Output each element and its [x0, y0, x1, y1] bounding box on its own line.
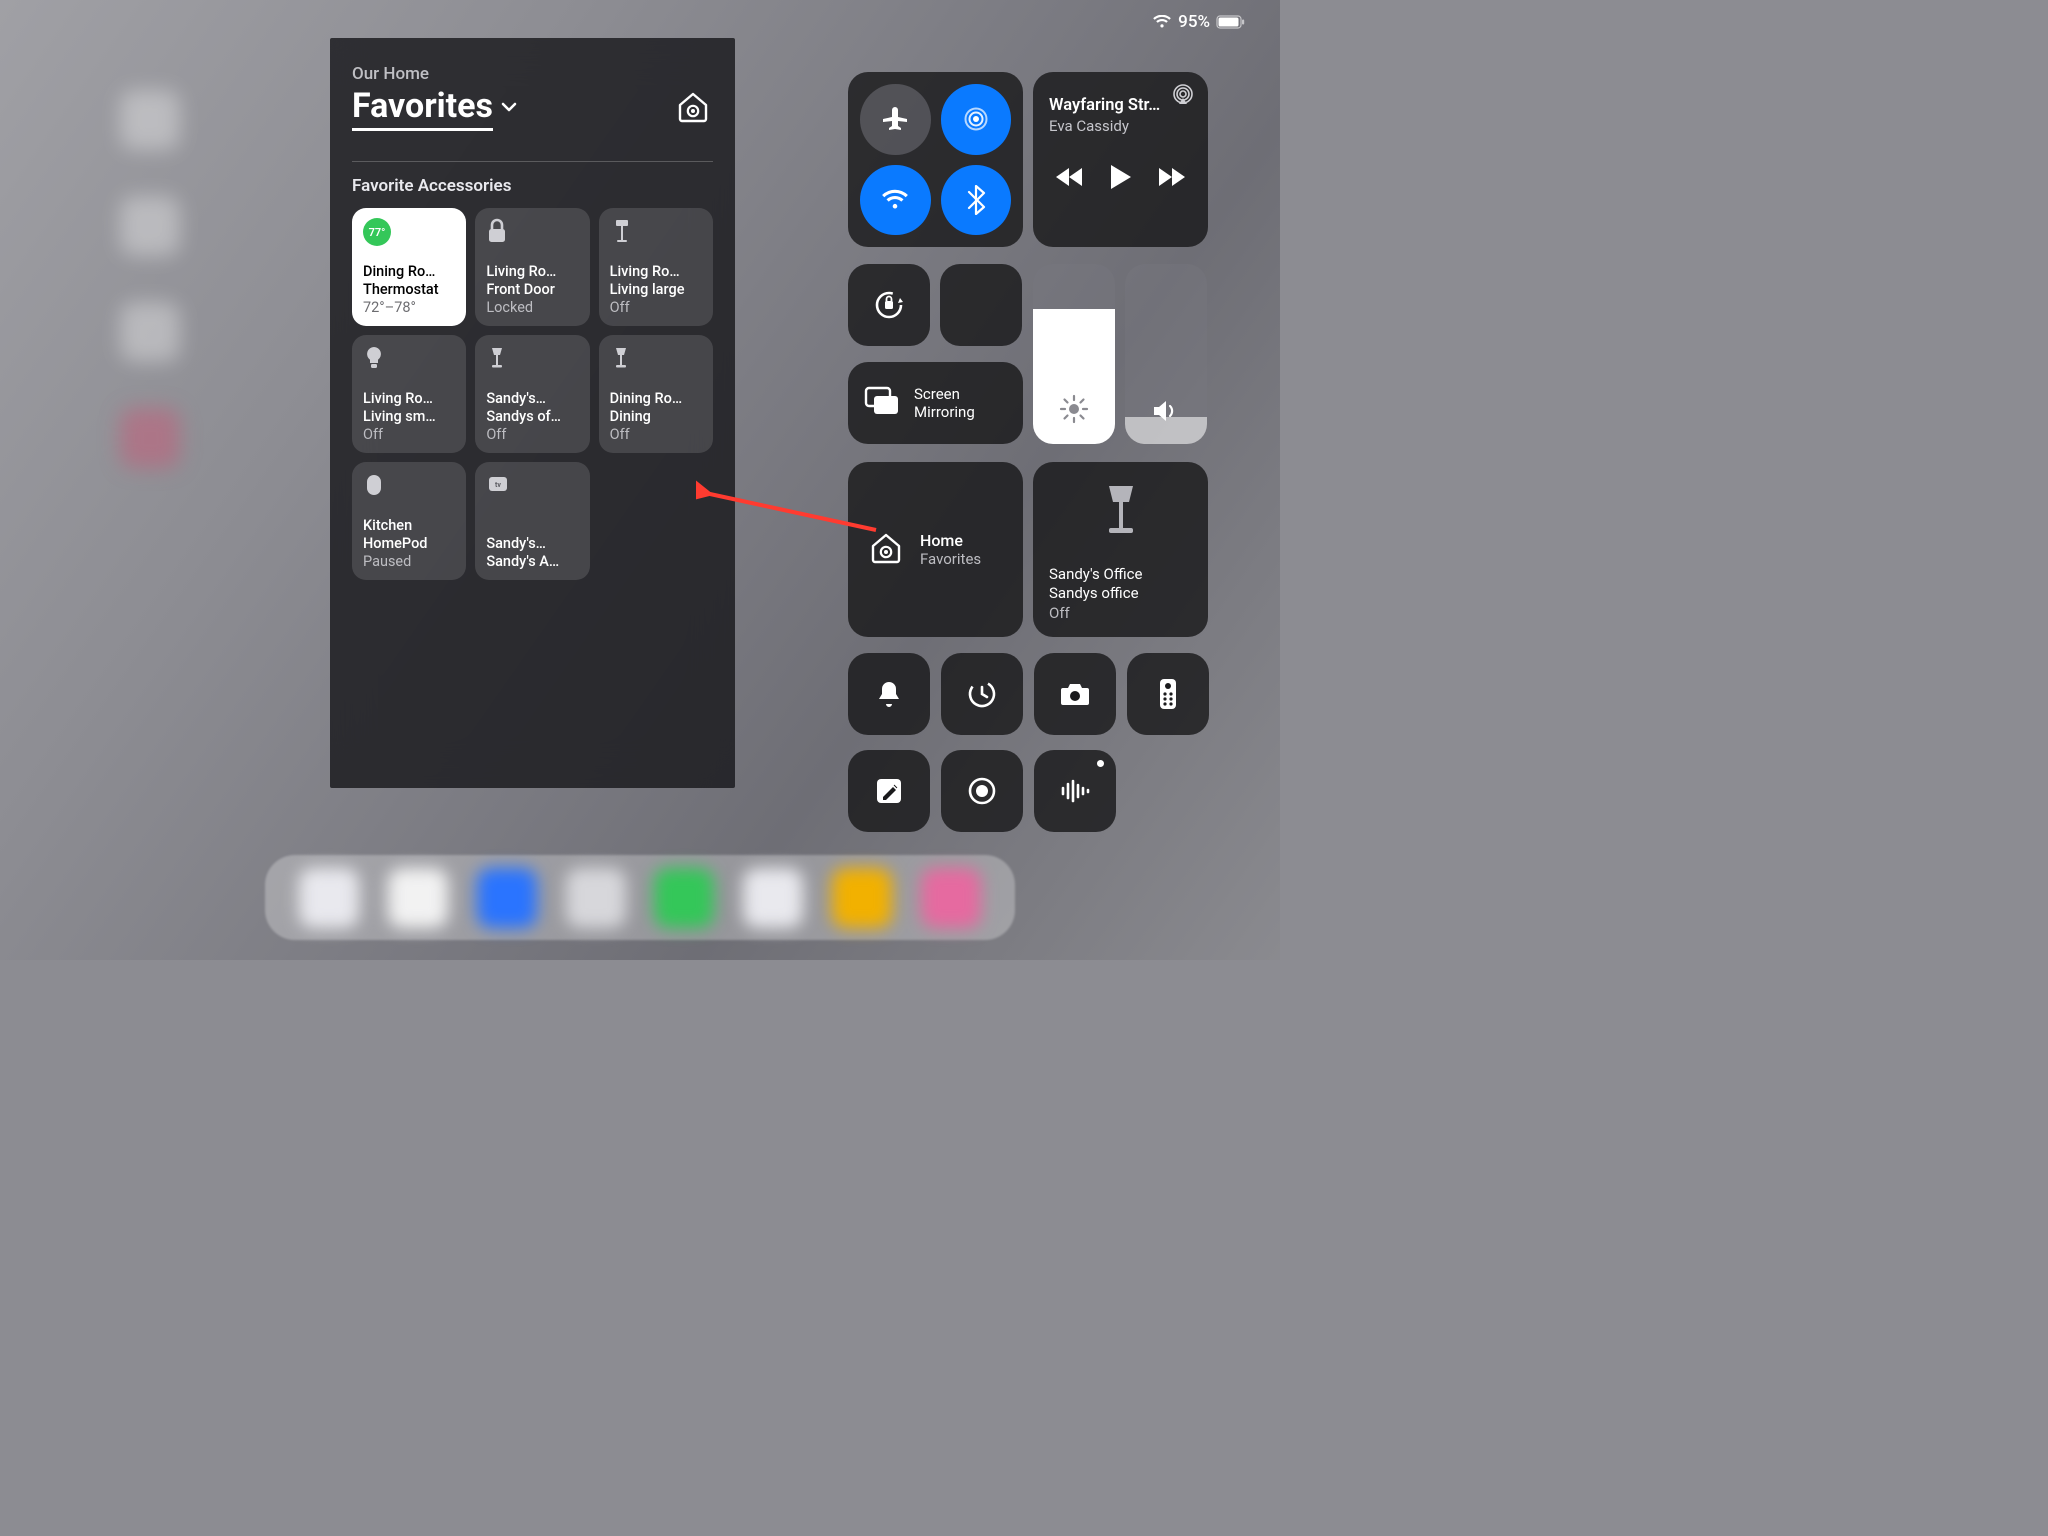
quick-note-button[interactable]	[848, 750, 930, 832]
tile-line3: Paused	[363, 553, 455, 571]
connectivity-module	[848, 72, 1023, 247]
home-fav-title: Home	[920, 531, 981, 550]
now-playing-module[interactable]: Wayfaring Str… Eva Cassidy	[1033, 72, 1208, 247]
tile-line2: Living large	[610, 281, 702, 299]
tile-line3: Off	[610, 299, 702, 317]
airplane-mode-toggle[interactable]	[860, 84, 931, 155]
section-label: Favorite Accessories	[352, 176, 713, 196]
accessory-tile-grid: 77° Dining Ro… Thermostat 72°–78° Living…	[352, 208, 713, 580]
screen-mirroring-icon	[864, 386, 900, 420]
accessory-sandys-apple-tv[interactable]: tv Sandy's… Sandy's A…	[475, 462, 589, 580]
tile-line3: Off	[486, 426, 578, 444]
tile-line1: Dining Ro…	[363, 263, 455, 281]
brightness-sun-icon	[1059, 394, 1089, 428]
accessory-living-small-light[interactable]: Living Ro… Living sm… Off	[352, 335, 466, 453]
homepod-icon	[363, 472, 385, 502]
control-row-1	[848, 653, 1209, 735]
sandys-office-accessory[interactable]: Sandy's Office Sandys office Off	[1033, 462, 1208, 637]
media-title: Wayfaring Str…	[1049, 96, 1192, 115]
tile-line2: Front Door	[486, 281, 578, 299]
table-lamp-icon	[1099, 482, 1143, 542]
rotation-lock-toggle[interactable]	[848, 264, 930, 346]
background-app-icons	[120, 90, 180, 468]
tile-line2: Dining	[610, 408, 702, 426]
tile-line2: Thermostat	[363, 281, 455, 299]
airplay-audio-icon	[1172, 84, 1194, 110]
accessory-sandys-office-lamp[interactable]: Sandy's… Sandys of… Off	[475, 335, 589, 453]
wifi-toggle[interactable]	[860, 165, 931, 236]
timer-button[interactable]	[941, 653, 1023, 735]
tile-line1: Living Ro…	[363, 390, 455, 408]
tile-line1: Dining Ro…	[610, 390, 702, 408]
screen-record-button[interactable]	[941, 750, 1023, 832]
chevron-down-icon	[499, 97, 519, 121]
home-name-label: Our Home	[352, 64, 713, 84]
tile-line2: Sandys of…	[486, 408, 578, 426]
favorites-dropdown[interactable]: Favorites	[352, 86, 519, 131]
home-fav-subtitle: Favorites	[920, 550, 981, 568]
home-icon	[866, 528, 906, 572]
airdrop-toggle[interactable]	[941, 84, 1012, 155]
tile-line3: Off	[363, 426, 455, 444]
silent-mode-toggle[interactable]	[848, 653, 930, 735]
battery-icon	[1216, 15, 1246, 29]
home-icon[interactable]	[673, 87, 713, 131]
wifi-icon	[1152, 15, 1172, 29]
tile-line3: 72°–78°	[363, 299, 455, 317]
panel-title: Favorites	[352, 86, 493, 131]
table-lamp-icon	[610, 345, 632, 375]
tile-line1: Living Ro…	[486, 263, 578, 281]
home-favorites-button[interactable]: Home Favorites	[848, 462, 1023, 637]
svg-text:tv: tv	[495, 481, 501, 489]
tile-line2: HomePod	[363, 535, 455, 553]
battery-percentage: 95%	[1178, 12, 1210, 32]
volume-speaker-icon	[1151, 398, 1181, 428]
lock-icon	[486, 218, 508, 248]
next-track-button[interactable]	[1156, 166, 1186, 192]
dock	[265, 855, 1015, 940]
tile-line1: Sandy's…	[486, 390, 578, 408]
floor-lamp-icon	[610, 218, 634, 248]
tile-line1: Living Ro…	[610, 263, 702, 281]
voice-memos-button[interactable]	[1034, 750, 1116, 832]
status-bar: 95%	[1152, 12, 1246, 32]
tile-line1: Kitchen	[363, 517, 455, 535]
tile-line3: Locked	[486, 299, 578, 317]
accessory-thermostat[interactable]: 77° Dining Ro… Thermostat 72°–78°	[352, 208, 466, 326]
do-not-disturb-toggle[interactable]	[940, 264, 1022, 346]
play-button[interactable]	[1108, 163, 1134, 195]
tile-line1: Sandy's…	[486, 535, 578, 553]
accessory-front-door-lock[interactable]: Living Ro… Front Door Locked	[475, 208, 589, 326]
so-line3: Off	[1049, 604, 1192, 624]
accessory-dining-lamp[interactable]: Dining Ro… Dining Off	[599, 335, 713, 453]
table-lamp-icon	[486, 345, 508, 375]
tile-line2: Living sm…	[363, 408, 455, 426]
apple-tv-icon: tv	[486, 472, 510, 500]
tile-line3: Off	[610, 426, 702, 444]
media-artist: Eva Cassidy	[1049, 117, 1192, 135]
thermostat-badge: 77°	[363, 218, 391, 246]
home-favorites-panel: Our Home Favorites Favorite Accessories …	[330, 38, 735, 788]
tile-line2: Sandy's A…	[486, 553, 578, 571]
volume-slider[interactable]	[1125, 264, 1207, 444]
camera-button[interactable]	[1034, 653, 1116, 735]
screen-mirroring-label-1: Screen	[914, 385, 975, 403]
previous-track-button[interactable]	[1055, 166, 1085, 192]
so-line2: Sandys office	[1049, 584, 1192, 604]
accessory-living-large-lamp[interactable]: Living Ro… Living large Off	[599, 208, 713, 326]
apple-tv-remote-button[interactable]	[1127, 653, 1209, 735]
so-line1: Sandy's Office	[1049, 565, 1192, 585]
divider	[352, 161, 713, 162]
bulb-icon	[363, 345, 385, 375]
brightness-slider[interactable]	[1033, 264, 1115, 444]
control-row-2	[848, 750, 1116, 832]
screen-mirroring-label-2: Mirroring	[914, 403, 975, 421]
screen-mirroring-button[interactable]: Screen Mirroring	[848, 362, 1023, 444]
bluetooth-toggle[interactable]	[941, 165, 1012, 236]
accessory-kitchen-homepod[interactable]: Kitchen HomePod Paused	[352, 462, 466, 580]
